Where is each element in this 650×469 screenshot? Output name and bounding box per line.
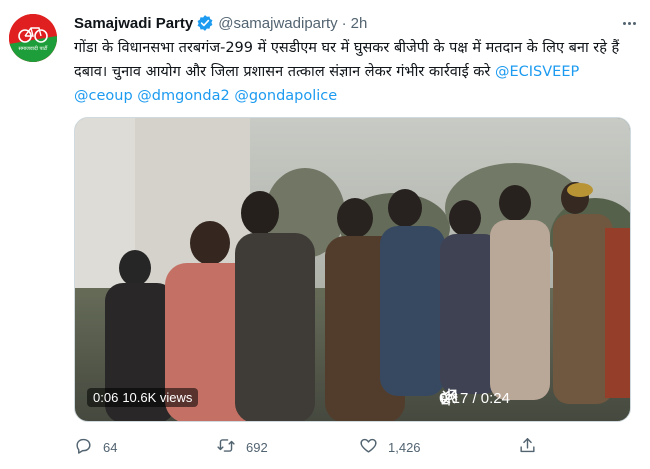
retweet-icon <box>216 436 236 458</box>
mention-ecisveep[interactable]: @ECISVEEP <box>495 64 579 80</box>
author-name[interactable]: Samajwadi Party <box>74 15 193 32</box>
gear-icon[interactable] <box>440 387 582 409</box>
share-button[interactable] <box>518 436 537 458</box>
video-frame <box>75 118 630 421</box>
avatar[interactable]: समाजवादी पार्टी <box>9 14 57 62</box>
avatar-label: समाजवादी पार्टी <box>19 45 49 52</box>
video-player[interactable]: 0:06 10.6K views 0:17 / 0:24 <box>74 117 631 422</box>
mention-ceoup[interactable]: @ceoup <box>74 88 133 104</box>
video-controls: 0:17 / 0:24 <box>439 387 618 409</box>
tweet-actions: 64 692 1,426 <box>74 434 594 460</box>
mention-dmgonda2[interactable]: @dmgonda2 <box>137 88 229 104</box>
reply-icon <box>74 436 93 458</box>
share-icon <box>518 436 537 458</box>
like-button[interactable]: 1,426 <box>359 436 421 458</box>
separator-dot: · <box>341 14 347 32</box>
retweet-button[interactable]: 692 <box>216 436 268 458</box>
verified-badge-icon <box>196 14 214 32</box>
tweet-header: Samajwadi Party @samajwadiparty · 2h <box>74 12 630 34</box>
retweet-count: 692 <box>246 439 268 455</box>
video-elapsed: 0:06 <box>93 390 119 405</box>
like-count: 1,426 <box>388 439 421 455</box>
fullscreen-icon[interactable] <box>441 387 618 409</box>
tweet-text: गोंडा के विधानसभा तरबगंज-299 में एसडीएम … <box>74 36 634 108</box>
more-icon[interactable] <box>618 14 640 32</box>
mute-icon[interactable] <box>440 387 546 409</box>
heart-icon <box>359 436 378 458</box>
reply-count: 64 <box>103 439 118 455</box>
video-views-badge: 0:06 10.6K views <box>87 388 199 407</box>
mention-gondapolice[interactable]: @gondapolice <box>234 88 337 104</box>
author-handle[interactable]: @samajwadiparty <box>218 15 337 32</box>
tweet-time[interactable]: 2h <box>351 15 368 32</box>
reply-button[interactable]: 64 <box>74 436 117 458</box>
video-views: 10.6K views <box>122 390 193 405</box>
